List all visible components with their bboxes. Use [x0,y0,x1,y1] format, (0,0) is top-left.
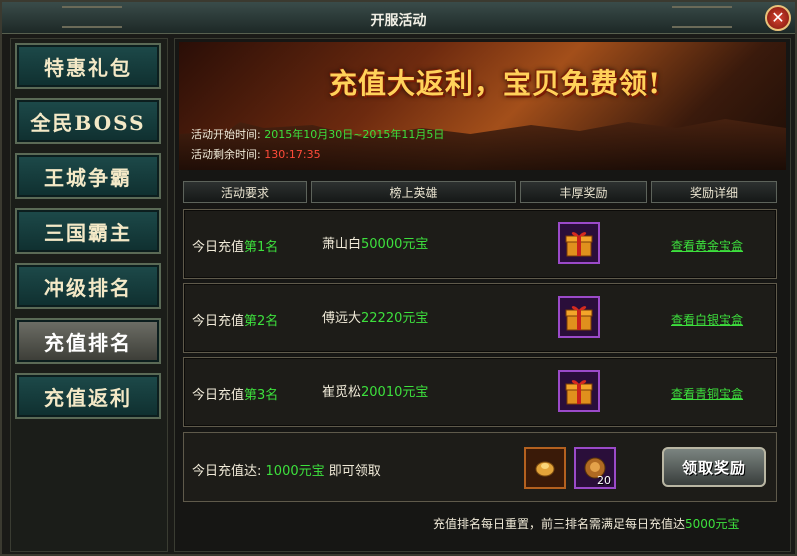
hero-amount: 50000元宝 [361,237,429,252]
row-requirement: 今日充值第2名 [192,310,278,329]
view-reward-link[interactable]: 查看黄金宝盒 [671,237,743,254]
gold-ingot-icon [535,461,555,477]
hero-amount: 20010元宝 [361,385,429,400]
event-remain-label: 活动剩余时间: [191,148,261,161]
main-panel: 充值大返利，宝贝免费领! 活动开始时间: 2015年10月30日~2015年11… [174,38,791,552]
reward-gift-box[interactable] [558,296,600,338]
sidebar-item-label: 冲级排名 [44,275,132,300]
sidebar-item-recharge-rebate[interactable]: 充值返利 [15,373,161,419]
rank-text: 第3名 [244,388,279,403]
row-hero: 傅远大22220元宝 [322,307,428,326]
reward-item-slot[interactable]: 20 [574,447,616,489]
event-remain-value: 130:17:35 [264,148,321,161]
row-requirement: 今日充值第3名 [192,384,278,403]
reward-gift-box[interactable] [558,370,600,412]
table-row: 今日充值第1名 萧山白50000元宝 查看黄金宝盒 [183,209,777,279]
row-hero: 崔觅松20010元宝 [322,381,428,400]
footer-note-amount: 5000元宝 [685,517,740,531]
header-requirement: 活动要求 [183,181,307,203]
table-row: 今日充值第3名 崔觅松20010元宝 查看青铜宝盒 [183,357,777,427]
requirement-text: 今日充值 [192,240,245,255]
sidebar-item-label: 三国霸主 [44,220,132,245]
window-title: 开服活动 [370,13,427,29]
table-row: 今日充值第2名 傅远大22220元宝 查看白银宝盒 [183,283,777,353]
view-reward-link[interactable]: 查看青铜宝盒 [671,385,743,402]
hero-name: 萧山白 [322,237,362,252]
hero-amount: 22220元宝 [361,311,429,326]
event-window: 开服活动 ✕ 特惠礼包 全民BOSS 王城争霸 三国霸主 冲级排名 充值排名 充… [0,0,797,556]
footer-note-text: 充值排名每日重置，前三排名需满足每日充值达 [433,517,686,531]
event-banner: 充值大返利，宝贝免费领! 活动开始时间: 2015年10月30日~2015年11… [179,42,786,170]
sidebar-item-label: 充值返利 [44,385,132,410]
claim-prefix: 今日充值达: [192,464,262,479]
header-details: 奖励详细 [651,181,777,203]
sidebar-item-recharge-rank[interactable]: 充值排名 [15,318,161,364]
gift-box-icon [565,380,593,405]
sidebar-item-three-kingdoms[interactable]: 三国霸主 [15,208,161,254]
requirement-text: 今日充值 [192,388,245,403]
header-heroes: 榜上英雄 [311,181,516,203]
item-count: 20 [597,474,611,487]
row-hero: 萧山白50000元宝 [322,233,428,252]
requirement-text: 今日充值 [192,314,245,329]
title-bar: 开服活动 ✕ [2,2,795,34]
claim-suffix: 即可领取 [328,464,381,479]
sidebar-item-king-city[interactable]: 王城争霸 [15,153,161,199]
reward-gift-box[interactable] [558,222,600,264]
event-start-value: 2015年10月30日~2015年11月5日 [264,128,445,141]
sidebar-item-level-rank[interactable]: 冲级排名 [15,263,161,309]
hero-name: 崔觅松 [322,385,362,400]
banner-headline: 充值大返利，宝贝免费领! [329,67,662,100]
sidebar: 特惠礼包 全民BOSS 王城争霸 三国霸主 冲级排名 充值排名 充值返利 [10,38,168,552]
claim-row: 今日充值达: 1000元宝 即可领取 20 领取奖励 [183,432,777,502]
hero-name: 傅远大 [322,311,362,326]
event-start-label: 活动开始时间: [191,128,261,141]
close-icon: ✕ [771,8,785,27]
reward-item-slot[interactable] [524,447,566,489]
footer-note: 充值排名每日重置，前三排名需满足每日充值达5000元宝 [433,515,740,532]
rank-text: 第2名 [244,314,279,329]
claim-amount: 1000元宝 [265,464,325,479]
gift-box-icon [565,232,593,257]
gift-box-icon [565,306,593,331]
sidebar-item-world-boss[interactable]: 全民BOSS [15,98,161,144]
claim-requirement: 今日充值达: 1000元宝 即可领取 [192,460,381,479]
sidebar-item-label: 充值排名 [44,330,132,355]
sidebar-item-label: 特惠礼包 [44,55,132,80]
event-start-line: 活动开始时间: 2015年10月30日~2015年11月5日 [191,126,444,142]
header-rewards: 丰厚奖励 [520,181,647,203]
sidebar-item-special-pack[interactable]: 特惠礼包 [15,43,161,89]
sidebar-item-label: 王城争霸 [44,165,132,190]
row-requirement: 今日充值第1名 [192,236,278,255]
view-reward-link[interactable]: 查看白银宝盒 [671,311,743,328]
close-button[interactable]: ✕ [765,5,791,31]
event-remain-line: 活动剩余时间: 130:17:35 [191,146,321,162]
rank-text: 第1名 [244,240,279,255]
claim-reward-button[interactable]: 领取奖励 [662,447,766,487]
sidebar-item-label: 全民BOSS [30,110,146,135]
